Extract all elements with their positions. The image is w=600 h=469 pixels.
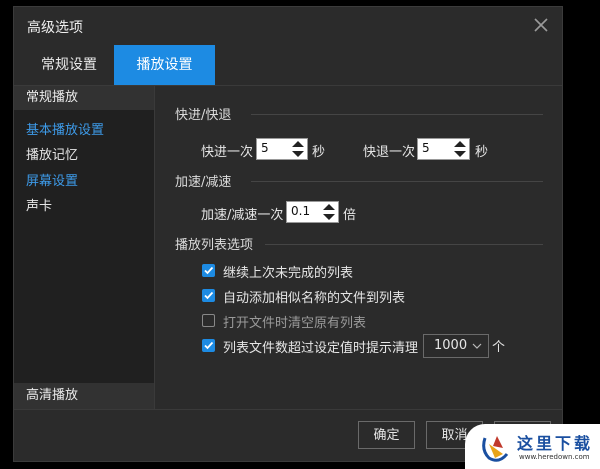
forward-label: 快进一次	[201, 145, 254, 160]
backward-seconds-stepper[interactable]: 5	[417, 138, 470, 160]
checkbox-prompt-clean-list[interactable]	[202, 339, 215, 352]
list-limit-select[interactable]: 1000	[423, 334, 489, 358]
sidebar: 常规播放 基本播放设置 播放记忆 屏幕设置 声卡 高清播放	[14, 86, 155, 409]
sidebar-group-hd-playback[interactable]: 高清播放	[14, 383, 154, 409]
forward-seconds-stepper[interactable]: 5	[256, 138, 308, 160]
section-divider	[265, 244, 543, 245]
speed-label: 加速/减速一次	[201, 208, 284, 223]
tab-playback-settings[interactable]: 播放设置	[114, 45, 215, 85]
option-label[interactable]: 自动添加相似名称的文件到列表	[223, 287, 405, 306]
section-title-playlist: 播放列表选项	[175, 238, 254, 253]
sidebar-item-playback-memory[interactable]: 播放记忆	[26, 144, 78, 163]
watermark-text: 这里下载	[517, 434, 594, 453]
checkbox-continue-last-list[interactable]	[202, 264, 215, 277]
sidebar-item-screen-settings[interactable]: 屏幕设置	[26, 170, 78, 189]
option-label[interactable]: 继续上次未完成的列表	[223, 262, 353, 281]
section-title-seek: 快进/快退	[175, 108, 232, 123]
option-label[interactable]: 打开文件时清空原有列表	[223, 312, 366, 331]
stepper-arrows-icon[interactable]	[290, 140, 306, 158]
ok-button[interactable]: 确定	[358, 421, 415, 449]
watermark-logo-icon	[482, 436, 509, 462]
section-title-speed: 加速/减速	[175, 175, 232, 190]
chevron-down-icon	[472, 343, 482, 349]
sidebar-group-normal-playback[interactable]: 常规播放	[14, 86, 154, 110]
forward-unit: 秒	[312, 145, 326, 160]
sidebar-item-sound-card[interactable]: 声卡	[26, 195, 52, 214]
stepper-arrows-icon[interactable]	[321, 203, 337, 221]
check-icon	[204, 291, 214, 300]
section-divider	[251, 114, 543, 115]
title-bar[interactable]: 高级选项	[14, 7, 562, 45]
backward-label: 快退一次	[363, 145, 416, 160]
stepper-arrows-icon[interactable]	[452, 140, 468, 158]
checkbox-clear-on-open[interactable]	[202, 314, 215, 327]
site-watermark: 这里下载 www.heredown.com	[465, 424, 600, 469]
tab-general-settings[interactable]: 常规设置	[24, 45, 114, 85]
advanced-options-dialog: 高级选项 常规设置 播放设置 常规播放 基本播放设置 播放记忆 屏幕设置 声卡 …	[13, 6, 563, 462]
checkbox-auto-add-similar[interactable]	[202, 289, 215, 302]
speed-unit: 倍	[343, 208, 357, 223]
dialog-title: 高级选项	[27, 20, 83, 36]
sidebar-item-basic-playback[interactable]: 基本播放设置	[26, 119, 104, 138]
list-limit-unit: 个	[492, 340, 506, 355]
section-divider	[251, 181, 543, 182]
check-icon	[204, 341, 214, 350]
tab-bar: 常规设置 播放设置	[14, 45, 562, 86]
speed-step-stepper[interactable]: 0.1	[286, 201, 339, 223]
backward-unit: 秒	[475, 145, 489, 160]
settings-panel: 快进/快退 快进一次 5 秒 快退一次 5 秒 加速/减速 加速/减速一次 0.…	[155, 86, 563, 409]
check-icon	[204, 266, 214, 275]
watermark-url: www.heredown.com	[519, 453, 590, 461]
option-label[interactable]: 列表文件数超过设定值时提示清理	[223, 337, 418, 356]
close-icon[interactable]	[532, 16, 550, 34]
